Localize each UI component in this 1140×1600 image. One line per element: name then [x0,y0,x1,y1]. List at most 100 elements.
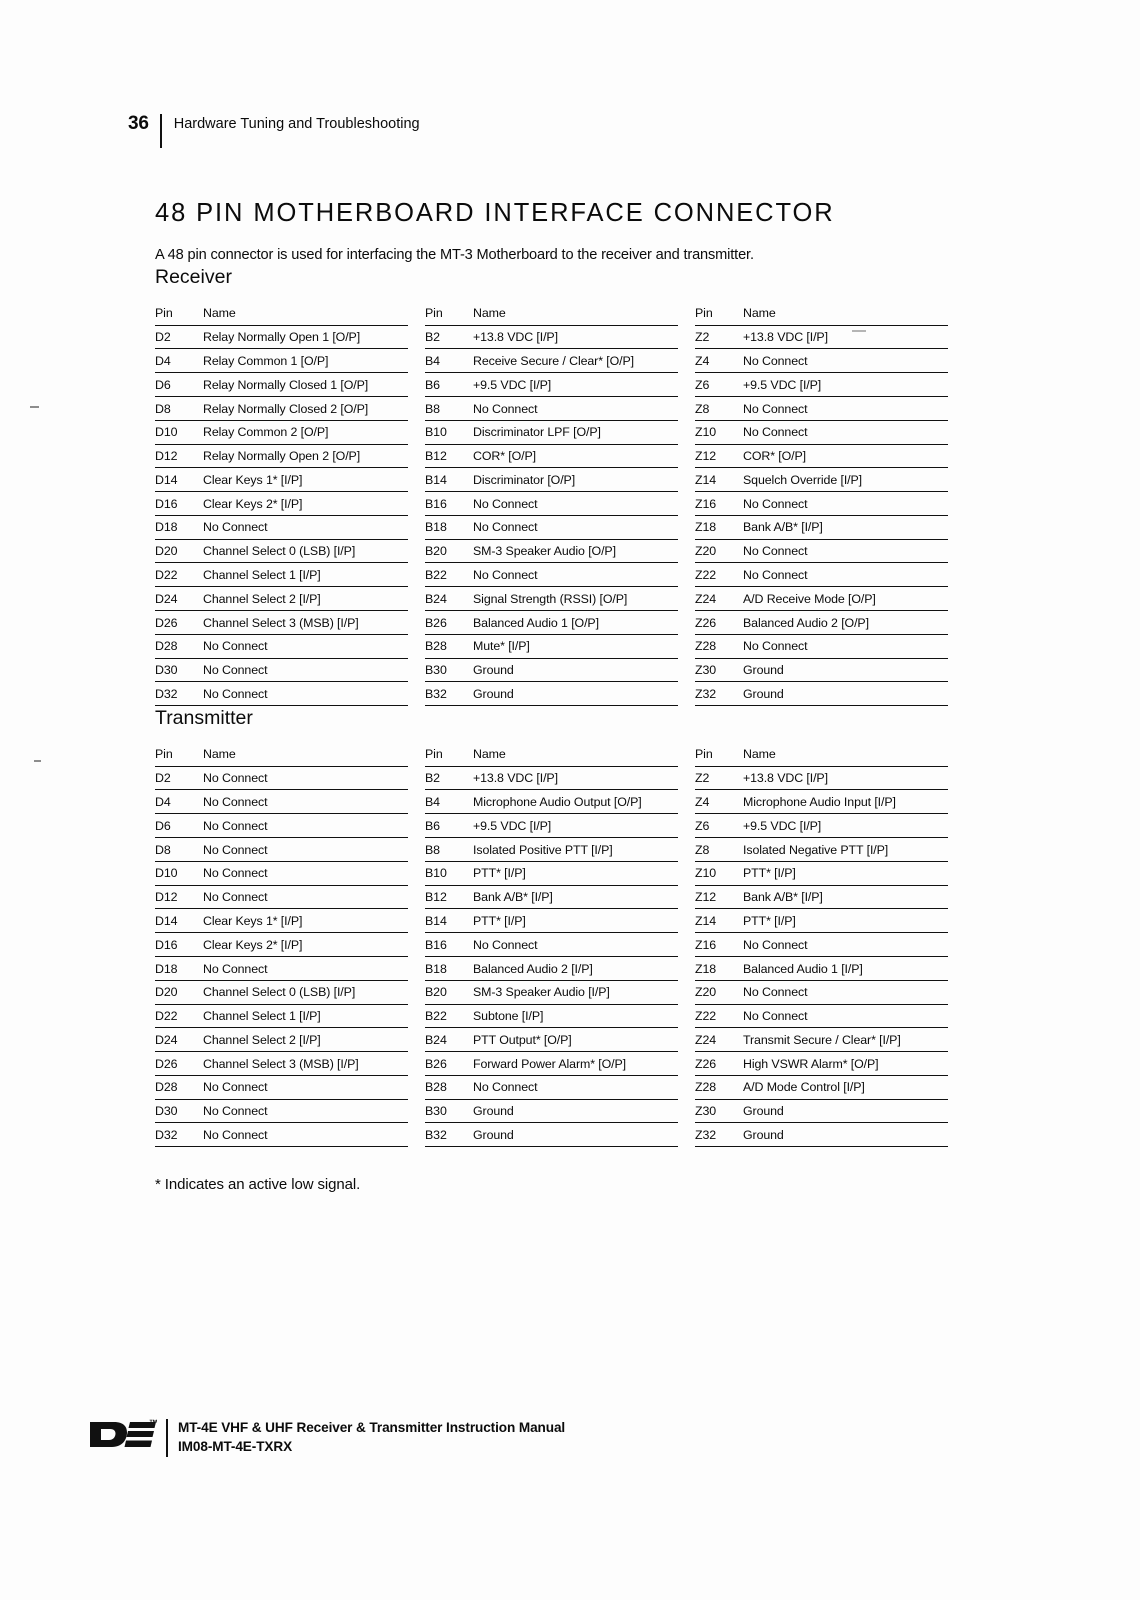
table-row: B14 Discriminator [O/P] [425,467,678,493]
table-row: D30 No Connect [155,1099,408,1124]
pin-cell: D32 [155,1122,203,1148]
name-cell: PTT* [I/P] [743,908,948,934]
table-header-row: Pin Name [425,301,678,326]
column-header-pin: Pin [695,301,743,326]
name-cell: Balanced Audio 2 [I/P] [473,956,678,981]
daniels-electronics-logo-icon: ™ [88,1418,162,1452]
name-cell: COR* [O/P] [743,444,948,469]
pin-cell: D12 [155,885,203,910]
table-header-row: Pin Name [425,742,678,767]
table-row: D18 No Connect [155,956,408,981]
name-cell: PTT* [I/P] [473,861,678,886]
name-cell: Ground [473,1099,678,1124]
scan-artifact [30,406,39,408]
name-cell: No Connect [203,681,408,707]
footnote-active-low: * Indicates an active low signal. [155,1176,361,1194]
name-cell: Relay Normally Open 2 [O/P] [203,444,408,469]
name-cell: Ground [743,1099,948,1124]
name-cell: No Connect [203,1075,408,1100]
pin-cell: D26 [155,1051,203,1076]
name-cell: Channel Select 2 [I/P] [203,586,408,611]
table-row: Z8 No Connect [695,396,948,421]
name-cell: No Connect [743,1004,948,1029]
table-row: B6 +9.5 VDC [I/P] [425,813,678,839]
pin-cell: Z32 [695,1122,743,1148]
table-row: Z32 Ground [695,681,948,707]
table-row: D16 Clear Keys 2* [I/P] [155,932,408,957]
intro-paragraph: A 48 pin connector is used for interfaci… [155,247,754,263]
table-row: D26 Channel Select 3 (MSB) [I/P] [155,610,408,635]
table-row: Z12 COR* [O/P] [695,444,948,469]
page-title: 48 PIN MOTHERBOARD INTERFACE CONNECTOR [155,199,835,227]
pin-cell: B30 [425,658,473,683]
pin-cell: D8 [155,396,203,421]
table-row: B22 Subtone [I/P] [425,1004,678,1029]
table-row: B24 PTT Output* [O/P] [425,1027,678,1053]
name-cell: +13.8 VDC [I/P] [473,766,678,791]
table-row: B12 COR* [O/P] [425,444,678,469]
name-cell: SM-3 Speaker Audio [O/P] [473,539,678,564]
table-row: Z10 No Connect [695,420,948,445]
name-cell: No Connect [743,634,948,659]
pin-cell: B16 [425,491,473,516]
scan-artifact [852,330,866,332]
table-row: B4 Microphone Audio Output [O/P] [425,789,678,815]
name-cell: Channel Select 0 (LSB) [I/P] [203,980,408,1005]
table-row: B16 No Connect [425,491,678,516]
name-cell: No Connect [203,956,408,981]
running-header: 36 Hardware Tuning and Troubleshooting [128,113,420,148]
column-header-pin: Pin [695,742,743,767]
table-row: Z10 PTT* [I/P] [695,861,948,886]
section-title-receiver: Receiver [155,266,232,288]
table-row: B2 +13.8 VDC [I/P] [425,325,678,350]
table-row: Z6 +9.5 VDC [I/P] [695,372,948,397]
table-row: B26 Balanced Audio 1 [O/P] [425,610,678,635]
name-cell: No Connect [743,348,948,374]
name-cell: +9.5 VDC [I/P] [743,813,948,839]
pin-cell: Z10 [695,861,743,886]
table-row: Z28 A/D Mode Control [I/P] [695,1075,948,1100]
table-row: Z22 No Connect [695,1004,948,1029]
pin-cell: B18 [425,515,473,540]
pin-cell: D10 [155,420,203,445]
table-row: B28 Mute* [I/P] [425,634,678,659]
name-cell: No Connect [203,1122,408,1148]
table-row: B14 PTT* [I/P] [425,908,678,934]
name-cell: No Connect [473,562,678,588]
table-row: Z2 +13.8 VDC [I/P] [695,325,948,350]
pin-cell: Z14 [695,908,743,934]
transmitter-pin-table-column-1: Pin Name D2 No Connect D4 No Connect D6 No Conn… [155,742,425,1148]
table-row: Z26 High VSWR Alarm* [O/P] [695,1051,948,1076]
pin-cell: B20 [425,980,473,1005]
name-cell: No Connect [203,515,408,540]
pin-cell: D32 [155,681,203,707]
table-row: Z4 No Connect [695,348,948,374]
pin-cell: D6 [155,372,203,397]
pin-cell: D24 [155,586,203,611]
table-row: D22 Channel Select 1 [I/P] [155,562,408,588]
pin-cell: D30 [155,658,203,683]
pin-cell: D6 [155,813,203,839]
page-number: 36 [128,113,149,134]
table-row: Z32 Ground [695,1122,948,1148]
page-footer: ™ MT-4E VHF & UHF Receiver & Transmitter… [88,1418,565,1457]
name-cell: No Connect [473,491,678,516]
pin-cell: Z18 [695,515,743,540]
name-cell: No Connect [743,562,948,588]
name-cell: No Connect [203,766,408,791]
pin-cell: B10 [425,420,473,445]
name-cell: Channel Select 1 [I/P] [203,1004,408,1029]
name-cell: Channel Select 3 (MSB) [I/P] [203,610,408,635]
pin-cell: B2 [425,766,473,791]
pin-cell: Z4 [695,348,743,374]
column-header-name: Name [743,742,948,767]
transmitter-pin-table: Pin Name D2 No Connect D4 No Connect D6 No Conn… [155,742,408,1148]
name-cell: Isolated Negative PTT [I/P] [743,837,948,862]
pin-cell: D2 [155,325,203,350]
name-cell: Channel Select 2 [I/P] [203,1027,408,1053]
table-row: Z2 +13.8 VDC [I/P] [695,766,948,791]
pin-cell: B8 [425,837,473,862]
name-cell: Clear Keys 2* [I/P] [203,491,408,516]
table-row: D12 Relay Normally Open 2 [O/P] [155,444,408,469]
table-row: Z16 No Connect [695,491,948,516]
